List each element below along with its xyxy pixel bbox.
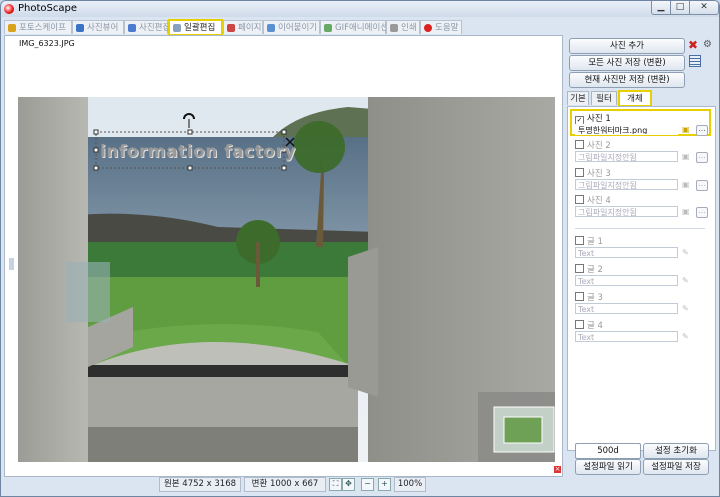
load-settings-button[interactable]: 설정파일 읽기: [575, 459, 641, 475]
photo-3-checkbox[interactable]: [575, 168, 584, 177]
app-window: PhotoScape ▁ □ ✕ 포토스케이프 사진뷰어 사진편집 일괄편집 페…: [0, 0, 720, 497]
clear-all-icon[interactable]: ⚙: [703, 38, 712, 52]
tab-basic[interactable]: 기본: [567, 91, 589, 105]
converted-size: 변환 1000 x 667: [244, 477, 326, 492]
watermark-text-overlay: information factory: [100, 142, 296, 162]
photo-1-image-icon[interactable]: ▣: [682, 125, 693, 134]
close-button[interactable]: ✕: [689, 1, 719, 15]
tab-page-icon: [227, 24, 235, 32]
main-tabbar: 포토스케이프 사진뷰어 사진편집 일괄편집 페이지 이어붙이기 GIF애니메이션…: [4, 19, 564, 36]
text-2-input[interactable]: Text: [575, 275, 678, 286]
tab-batch-editor-icon: [173, 24, 181, 32]
add-photo-button[interactable]: 사진 추가: [569, 38, 685, 54]
tab-photoscape-icon: [8, 24, 16, 32]
minimize-button[interactable]: ▁: [651, 1, 671, 15]
text-2-style-icon[interactable]: ✎: [682, 276, 693, 285]
tab-viewer[interactable]: 사진뷰어: [72, 20, 124, 34]
text-4-input[interactable]: Text: [575, 331, 678, 342]
photo-3-browse-button[interactable]: …: [696, 180, 708, 191]
remove-photo-icon[interactable]: ✖: [688, 38, 698, 52]
photo-2-row[interactable]: 사진 2: [575, 139, 611, 151]
photo-4-checkbox[interactable]: [575, 195, 584, 204]
photo-3-image-icon[interactable]: ▣: [682, 180, 693, 189]
photo-3-file[interactable]: 그림파일지정안됨: [575, 179, 678, 190]
text-2-row[interactable]: 글 2: [575, 263, 603, 275]
preview-panel: IMG_6323.JPG information factory ×: [4, 35, 563, 477]
fit-screen-icon[interactable]: ⛶: [329, 478, 342, 491]
original-size: 원본 4752 x 3168: [159, 477, 241, 492]
tab-object[interactable]: 개체: [618, 90, 652, 107]
tab-help[interactable]: 도움말: [420, 20, 462, 34]
tab-filter[interactable]: 필터: [591, 91, 617, 105]
tab-photoscape[interactable]: 포토스케이프: [4, 20, 72, 34]
tab-combine-icon: [267, 24, 275, 32]
save-settings-button[interactable]: 설정파일 저장: [643, 459, 709, 475]
photo-4-row[interactable]: 사진 4: [575, 194, 611, 206]
text-3-row[interactable]: 글 3: [575, 291, 603, 303]
current-filename: IMG_6323.JPG: [19, 39, 75, 48]
text-1-checkbox[interactable]: [575, 236, 584, 245]
zoom-in-icon[interactable]: +: [378, 478, 391, 491]
settings-tabs: 기본 필터 개체: [567, 90, 717, 107]
size-value-field[interactable]: 500d: [575, 443, 641, 459]
tab-batch-editor[interactable]: 일괄편집: [168, 19, 223, 36]
status-bar: 원본 4752 x 3168 변환 1000 x 667 ⛶ ✥ − + 100…: [4, 476, 561, 492]
text-3-input[interactable]: Text: [575, 303, 678, 314]
zoom-level: 100%: [394, 477, 426, 492]
text-2-checkbox[interactable]: [575, 264, 584, 273]
maximize-button[interactable]: □: [670, 1, 690, 15]
title-bar: PhotoScape ▁ □ ✕: [1, 1, 719, 17]
photo-canvas[interactable]: information factory: [18, 97, 555, 462]
section-divider: [575, 228, 705, 229]
tab-page[interactable]: 페이지: [223, 20, 263, 34]
text-1-style-icon[interactable]: ✎: [682, 248, 693, 257]
photoscape-logo-icon: [4, 4, 14, 14]
save-all-button[interactable]: 모든 사진 저장 (변환): [569, 55, 685, 71]
tab-combine[interactable]: 이어붙이기: [263, 20, 320, 34]
photo-2-image-icon[interactable]: ▣: [682, 152, 693, 161]
text-3-checkbox[interactable]: [575, 292, 584, 301]
photo-3-row[interactable]: 사진 3: [575, 167, 611, 179]
tab-print-icon: [390, 24, 398, 32]
text-1-row[interactable]: 글 1: [575, 235, 603, 247]
text-4-row[interactable]: 글 4: [575, 319, 603, 331]
list-view-icon[interactable]: [689, 55, 701, 67]
text-4-checkbox[interactable]: [575, 320, 584, 329]
photo-2-checkbox[interactable]: [575, 140, 584, 149]
text-4-style-icon[interactable]: ✎: [682, 332, 693, 341]
canvas-close-icon[interactable]: ×: [554, 466, 561, 473]
right-panel: 사진 추가 ✖ ⚙ 모든 사진 저장 (변환) 현재 사진만 저장 (변환) 기…: [564, 35, 717, 493]
help-icon: [424, 24, 432, 32]
photo-2-browse-button[interactable]: …: [696, 152, 708, 163]
photo-4-image-icon[interactable]: ▣: [682, 207, 693, 216]
tab-viewer-icon: [76, 24, 84, 32]
photo-4-file[interactable]: 그림파일지정안됨: [575, 206, 678, 217]
tab-gif-animation[interactable]: GIF애니메이션: [320, 20, 388, 34]
photo-4-browse-button[interactable]: …: [696, 207, 708, 218]
tab-editor[interactable]: 사진편집: [124, 20, 170, 34]
save-current-button[interactable]: 현재 사진만 저장 (변환): [569, 72, 685, 88]
zoom-out-icon[interactable]: −: [361, 478, 374, 491]
tab-editor-icon: [128, 24, 136, 32]
text-3-style-icon[interactable]: ✎: [682, 304, 693, 313]
tab-print[interactable]: 인쇄: [386, 20, 420, 34]
window-title: PhotoScape: [18, 3, 77, 14]
photo-2-file[interactable]: 그림파일지정안됨: [575, 151, 678, 162]
panel-collapse-handle[interactable]: [9, 258, 14, 270]
photo-1-file[interactable]: 투명한워터마크.png: [575, 124, 678, 135]
photo-1-browse-button[interactable]: …: [696, 125, 708, 136]
actual-size-icon[interactable]: ✥: [342, 478, 355, 491]
tab-gif-icon: [324, 24, 332, 32]
object-settings: ✓ 사진 1 투명한워터마크.png ▣ … 사진 2 그림파일지정안됨 ▣ … …: [567, 106, 716, 451]
text-1-input[interactable]: Text: [575, 247, 678, 258]
reset-settings-button[interactable]: 설정 초기화: [643, 443, 709, 459]
